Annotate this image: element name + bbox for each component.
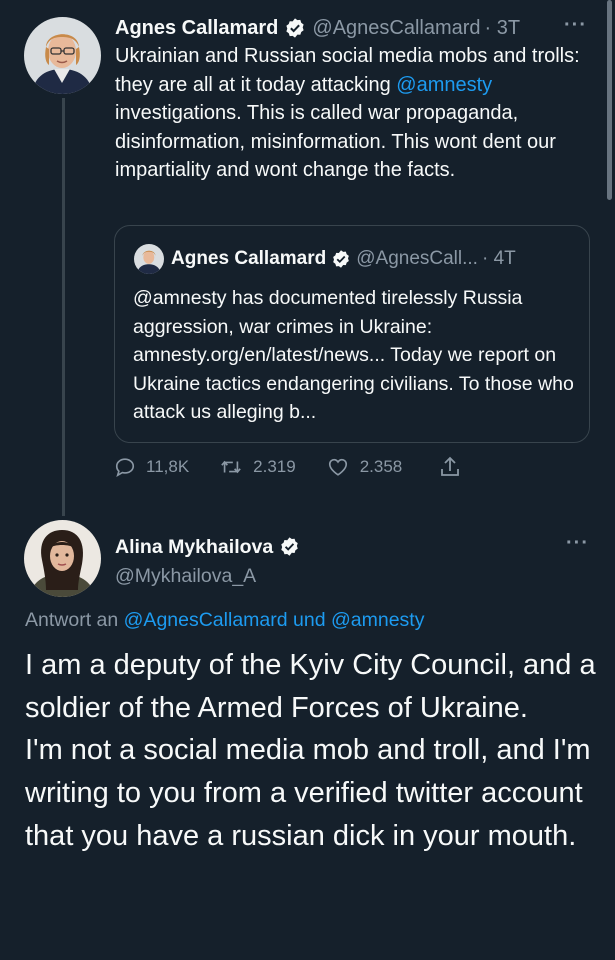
tweet1-text: Ukrainian and Russian social media mobs …	[115, 42, 595, 185]
verified-badge-icon	[284, 17, 306, 39]
amnesty-mention-link[interactable]: @amnesty	[396, 74, 492, 96]
heart-icon	[328, 458, 347, 476]
verified-badge-icon	[279, 536, 301, 558]
tweet1-author-name[interactable]: Agnes Callamard	[115, 14, 278, 42]
retweet-count: 2.319	[253, 457, 296, 476]
reply-to-line: Antwort an @AgnesCallamard und @amnesty	[25, 606, 424, 634]
amnesty-mention-link[interactable]: @amnesty	[331, 609, 425, 631]
quoted-tweet-time: · 4T	[481, 248, 516, 269]
quoted-author-name: Agnes Callamard	[171, 248, 327, 269]
quoted-author-avatar	[134, 244, 164, 274]
reply-button[interactable]: 11,8K	[114, 456, 189, 478]
tweet2-handle[interactable]: @Mykhailova_A	[115, 562, 256, 590]
tweet1-header: Agnes Callamard @AgnesCallamard · 3T	[115, 14, 595, 42]
alina-avatar[interactable]	[24, 520, 101, 597]
quoted-author-handle: @AgnesCall...	[356, 248, 478, 269]
thread-line	[62, 98, 65, 516]
tweet2-author-name[interactable]: Alina Mykhailova	[115, 533, 273, 561]
reply-icon	[115, 458, 135, 477]
like-button[interactable]: 2.358	[326, 456, 403, 478]
tweet1-handle[interactable]: @AgnesCallamard	[312, 14, 480, 42]
share-button[interactable]	[438, 455, 472, 479]
tweet1-time[interactable]: · 3T	[485, 14, 521, 42]
reply-und: und	[287, 609, 331, 631]
reply-prefix: Antwort an	[25, 609, 124, 631]
retweet-button[interactable]: 2.319	[219, 456, 296, 478]
quoted-tweet-header: Agnes Callamard @AgnesCall... · 4T	[171, 245, 516, 273]
quoted-tweet-text: @amnesty has documented tirelessly Russi…	[133, 287, 574, 423]
scrollbar[interactable]	[607, 0, 612, 200]
tweet1-text-part2: investigations. This is called war propa…	[115, 102, 556, 181]
like-count: 2.358	[359, 457, 403, 476]
tweet2-text: I am a deputy of the Kyiv City Council, …	[25, 649, 596, 852]
verified-badge-icon	[331, 249, 351, 269]
agnescallamard-mention-link[interactable]: @AgnesCallamard	[124, 609, 288, 631]
reply-count: 11,8K	[146, 457, 190, 476]
more-options-icon[interactable]: ···	[564, 14, 587, 37]
tweet1-text-part1: Ukrainian and Russian social media mobs …	[115, 45, 580, 96]
quoted-tweet-card[interactable]: Agnes Callamard @AgnesCall... · 4T @amne…	[114, 225, 590, 443]
share-icon	[441, 456, 460, 476]
tweet2-header: Alina Mykhailova	[115, 533, 307, 561]
retweet-icon	[221, 460, 241, 474]
tweet1-action-bar: 11,8K 2.319 2.358	[114, 452, 534, 482]
more-options-icon[interactable]: ···	[566, 532, 589, 555]
agnes-avatar[interactable]	[24, 17, 101, 94]
